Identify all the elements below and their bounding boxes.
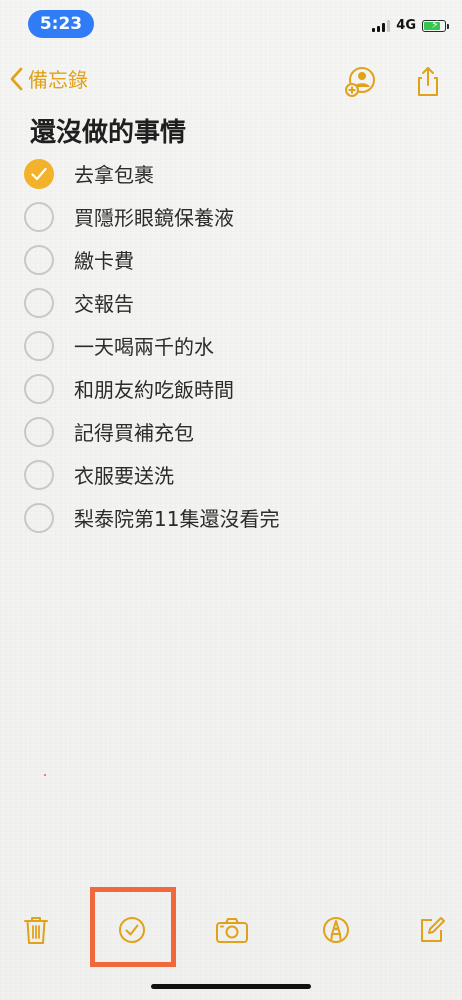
checklist-item[interactable]: 記得買補充包 — [24, 410, 444, 453]
back-button[interactable]: 備忘錄 — [10, 64, 88, 93]
network-label: 4G — [396, 18, 416, 33]
checklist-item[interactable]: 一天喝兩千的水 — [24, 324, 444, 367]
checklist-item[interactable]: 繳卡費 — [24, 238, 444, 281]
highlight-annotation — [90, 887, 176, 967]
signal-icon — [372, 19, 391, 32]
checklist-item-text: 買隱形眼鏡保養液 — [74, 206, 234, 230]
markup-icon — [323, 917, 349, 943]
check-circle[interactable] — [24, 373, 54, 404]
markup-button[interactable] — [318, 912, 354, 948]
battery-icon: ⚡ — [422, 18, 449, 32]
check-circle[interactable] — [24, 244, 54, 275]
checklist-item-text: 衣服要送洗 — [74, 464, 174, 488]
bottom-toolbar — [0, 910, 462, 954]
share-icon — [418, 67, 438, 96]
checklist: 去拿包裹 買隱形眼鏡保養液 繳卡費 交報告 一天喝兩千的水 和朋友約吃飯時間 記… — [24, 152, 444, 539]
checklist-item-text: 和朋友約吃飯時間 — [74, 378, 234, 402]
check-circle[interactable] — [24, 416, 54, 447]
checklist-item[interactable]: 去拿包裹 — [24, 152, 444, 195]
home-indicator[interactable] — [151, 984, 311, 989]
check-circle[interactable] — [24, 330, 54, 361]
checklist-item-text: 一天喝兩千的水 — [74, 335, 214, 359]
camera-icon — [216, 918, 248, 943]
check-circle[interactable] — [24, 459, 54, 490]
checklist-item[interactable]: 梨泰院第11集還沒看完 — [24, 496, 444, 539]
back-label: 備忘錄 — [28, 68, 88, 92]
check-circle[interactable] — [24, 502, 54, 533]
checklist-item[interactable]: 交報告 — [24, 281, 444, 324]
chevron-left-icon — [10, 67, 23, 90]
check-circle[interactable] — [24, 158, 54, 189]
stray-mark — [44, 774, 46, 776]
add-person-button[interactable] — [342, 64, 378, 100]
note-title[interactable]: 還沒做的事情 — [30, 112, 186, 149]
add-person-icon — [345, 67, 375, 97]
checklist-item-text: 記得買補充包 — [74, 421, 194, 445]
compose-button[interactable] — [414, 912, 450, 948]
checklist-item[interactable]: 和朋友約吃飯時間 — [24, 367, 444, 410]
navigation-bar: 備忘錄 — [0, 58, 462, 104]
status-time: 5:23 — [28, 10, 94, 38]
checklist-item-text: 繳卡費 — [74, 249, 134, 273]
checklist-item-text: 去拿包裹 — [74, 163, 154, 187]
checklist-item[interactable]: 衣服要送洗 — [24, 453, 444, 496]
checkmark-icon — [31, 167, 47, 180]
status-bar: 5:23 4G ⚡ — [0, 0, 462, 48]
check-circle[interactable] — [24, 201, 54, 232]
delete-button[interactable] — [18, 912, 54, 948]
camera-button[interactable] — [214, 912, 250, 948]
checklist-item-text: 交報告 — [74, 292, 134, 316]
status-indicators: 4G ⚡ — [372, 18, 449, 33]
compose-icon — [421, 917, 445, 942]
checklist-item-text: 梨泰院第11集還沒看完 — [74, 507, 280, 531]
trash-icon — [24, 917, 48, 944]
checklist-item[interactable]: 買隱形眼鏡保養液 — [24, 195, 444, 238]
check-circle[interactable] — [24, 287, 54, 318]
share-button[interactable] — [410, 64, 446, 100]
